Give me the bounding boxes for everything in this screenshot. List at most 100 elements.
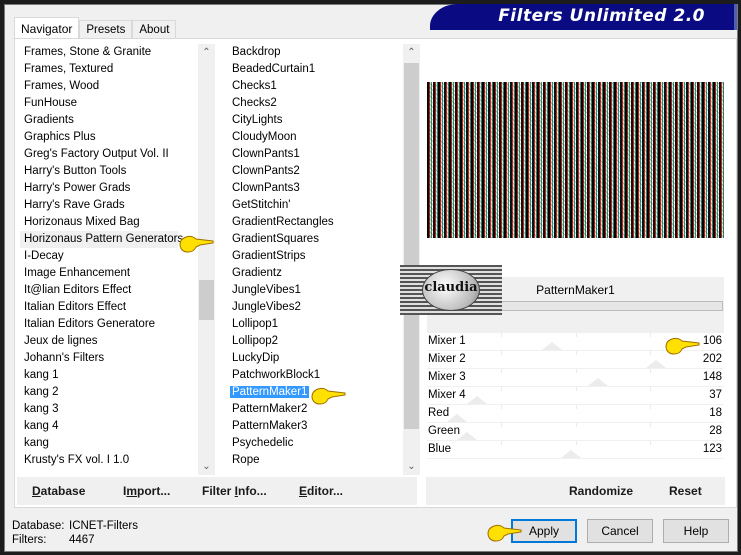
list-item[interactable]: PatchworkBlock1: [228, 367, 403, 384]
filter-list[interactable]: Backdrop BeadedCurtain1 Checks1 Checks2 City…: [228, 44, 403, 475]
list-item[interactable]: Harry's Power Grads: [20, 180, 198, 197]
list-item-label: Italian Editors Generatore: [24, 318, 156, 330]
list-item[interactable]: JungleVibes1: [228, 282, 403, 299]
list-item[interactable]: I-Decay: [20, 248, 198, 265]
list-item[interactable]: Checks1: [228, 78, 403, 95]
list-item[interactable]: GradientStrips: [228, 248, 403, 265]
slider-label: Mixer 2: [428, 353, 466, 365]
tab-navigator[interactable]: Navigator: [14, 17, 80, 39]
filter-list-scrollbar[interactable]: ⌃ ⌄: [403, 44, 420, 475]
list-item[interactable]: Frames, Wood: [20, 78, 198, 95]
editor-button[interactable]: Editor...: [299, 484, 343, 498]
list-item[interactable]: kang 2: [20, 384, 198, 401]
list-item[interactable]: ClownPants1: [228, 146, 403, 163]
filter-info-button[interactable]: Filter Info...: [202, 484, 267, 498]
filters-count-value: 4467: [69, 534, 95, 546]
list-item-label: Lollipop1: [232, 318, 279, 330]
slider-tick: [576, 405, 577, 409]
scroll-down-icon[interactable]: ⌄: [403, 458, 420, 475]
slider-red[interactable]: Red 18: [427, 405, 724, 423]
slider-thumb[interactable]: [561, 450, 581, 458]
import-button[interactable]: Import...: [123, 484, 170, 498]
list-item-label: Frames, Textured: [24, 63, 114, 75]
list-item[interactable]: Harry's Rave Grads: [20, 197, 198, 214]
slider-thumb[interactable]: [588, 378, 608, 386]
list-item[interactable]: Italian Editors Generatore: [20, 316, 198, 333]
slider-thumb[interactable]: [542, 342, 562, 350]
list-item[interactable]: Harry's Button Tools: [20, 163, 198, 180]
list-item[interactable]: Psychedelic: [228, 435, 403, 452]
list-item[interactable]: Jeux de lignes: [20, 333, 198, 350]
list-item[interactable]: Frames, Textured: [20, 61, 198, 78]
tab-presets[interactable]: Presets: [79, 20, 133, 39]
list-item[interactable]: Checks2: [228, 95, 403, 112]
slider-mixer-3[interactable]: Mixer 3 148: [427, 369, 724, 387]
database-label: Database:: [12, 520, 65, 532]
preview-pattern-overlay: [427, 82, 724, 238]
list-item[interactable]: Horizonaus Mixed Bag: [20, 214, 198, 231]
list-item[interactable]: Gradientz: [228, 265, 403, 282]
list-item[interactable]: kang 3: [20, 401, 198, 418]
list-item[interactable]: Image Enhancement: [20, 265, 198, 282]
list-item[interactable]: kang 4: [20, 418, 198, 435]
list-item[interactable]: LuckyDip: [228, 350, 403, 367]
list-item[interactable]: Graphics Plus: [20, 129, 198, 146]
list-item[interactable]: Horizonaus Pattern Generators: [20, 231, 183, 248]
list-item[interactable]: It@lian Editors Effect: [20, 282, 198, 299]
category-list-scrollbar[interactable]: ⌃ ⌄: [198, 44, 215, 475]
list-item[interactable]: Greg's Factory Output Vol. II: [20, 146, 198, 163]
slider-tick: [501, 441, 502, 445]
slider-label: Red: [428, 407, 450, 419]
list-item[interactable]: JungleVibes2: [228, 299, 403, 316]
slider-thumb[interactable]: [646, 360, 666, 368]
slider-thumb[interactable]: [457, 432, 477, 440]
list-item[interactable]: Rope: [228, 452, 403, 469]
slider-green[interactable]: Green 28: [427, 423, 724, 441]
tab-about[interactable]: About: [132, 20, 177, 39]
list-item-label: JungleVibes1: [232, 284, 301, 296]
scroll-thumb[interactable]: [404, 63, 419, 429]
list-item[interactable]: Krusty's FX vol. I 1.0: [20, 452, 198, 469]
scroll-down-icon[interactable]: ⌄: [198, 458, 215, 475]
slider-tick: [650, 441, 651, 445]
list-item-label: Rope: [232, 454, 260, 466]
list-item[interactable]: CloudyMoon: [228, 129, 403, 146]
list-item[interactable]: GetStitchin': [228, 197, 403, 214]
list-item[interactable]: ClownPants2: [228, 163, 403, 180]
list-item[interactable]: PatternMaker3: [228, 418, 403, 435]
scroll-up-icon[interactable]: ⌃: [198, 44, 215, 61]
list-item[interactable]: Lollipop1: [228, 316, 403, 333]
database-button[interactable]: Database: [32, 484, 85, 498]
list-item[interactable]: Backdrop: [228, 44, 403, 61]
slider-thumb[interactable]: [467, 396, 487, 404]
scroll-thumb[interactable]: [199, 280, 214, 320]
list-item[interactable]: Johann's Filters: [20, 350, 198, 367]
list-item[interactable]: Gradients: [20, 112, 198, 129]
list-item[interactable]: GradientRectangles: [228, 214, 403, 231]
list-item[interactable]: Frames, Stone & Granite: [20, 44, 198, 61]
help-button[interactable]: Help: [663, 519, 729, 543]
slider-mixer-4[interactable]: Mixer 4 37: [427, 387, 724, 405]
cancel-button[interactable]: Cancel: [587, 519, 653, 543]
list-item[interactable]: ClownPants3: [228, 180, 403, 197]
list-item-label: GetStitchin': [232, 199, 291, 211]
list-item[interactable]: GradientSquares: [228, 231, 403, 248]
list-item-label: Frames, Wood: [24, 80, 100, 92]
category-list[interactable]: Frames, Stone & Granite Frames, Textured F…: [20, 44, 198, 475]
list-item-label: Graphics Plus: [24, 131, 96, 143]
list-item[interactable]: FunHouse: [20, 95, 198, 112]
watermark-logo: claudia: [400, 265, 502, 315]
scroll-up-icon[interactable]: ⌃: [403, 44, 420, 61]
list-item-label: Gradients: [24, 114, 74, 126]
slider-blue[interactable]: Blue 123: [427, 441, 724, 459]
randomize-button[interactable]: Randomize: [569, 484, 633, 498]
slider-value: 18: [709, 407, 722, 419]
list-item[interactable]: Italian Editors Effect: [20, 299, 198, 316]
list-item[interactable]: CityLights: [228, 112, 403, 129]
list-item[interactable]: Lollipop2: [228, 333, 403, 350]
list-item[interactable]: BeadedCurtain1: [228, 61, 403, 78]
reset-button[interactable]: Reset: [669, 484, 702, 498]
list-item[interactable]: kang: [20, 435, 198, 452]
slider-thumb[interactable]: [447, 414, 467, 422]
list-item[interactable]: kang 1: [20, 367, 198, 384]
